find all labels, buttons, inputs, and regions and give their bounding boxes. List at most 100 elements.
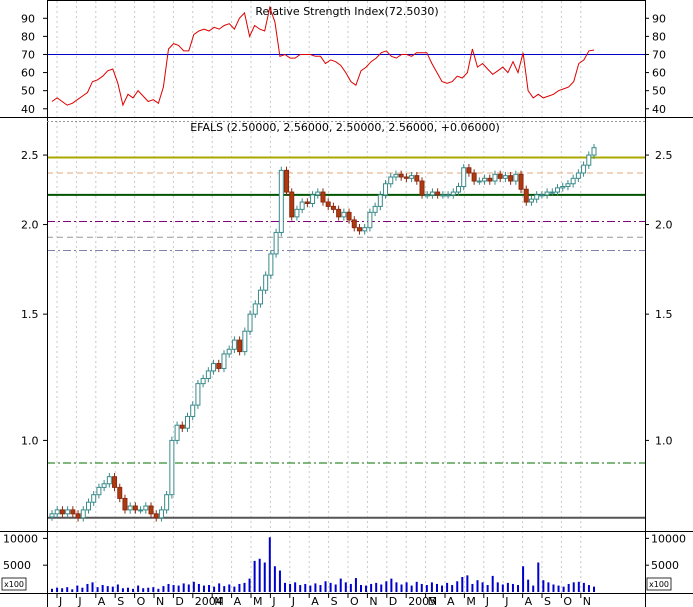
candle-body xyxy=(351,219,357,229)
candle-body xyxy=(106,476,112,485)
rsi-tick-label-right: 50 xyxy=(652,85,666,98)
volume-bar xyxy=(410,585,413,592)
candle-body xyxy=(476,180,482,183)
volume-bar xyxy=(142,588,145,592)
candle-body xyxy=(164,494,170,511)
candle-body xyxy=(101,483,107,488)
candle-body xyxy=(518,173,524,190)
candle-body xyxy=(581,164,587,174)
rsi-tick-label-left: 70 xyxy=(21,48,35,61)
volume-bar xyxy=(167,583,170,592)
x-tick-label: S xyxy=(331,595,338,607)
volume-bar xyxy=(481,582,484,592)
candle-body xyxy=(179,424,185,429)
volume-tick-label-left: 10000 xyxy=(3,532,38,545)
volume-bar xyxy=(476,580,479,592)
candle-body xyxy=(513,173,519,182)
x-tick-label: J xyxy=(485,595,489,607)
rsi-panel: Relative Strength Index(72.5030) 40 40 50 5… xyxy=(21,5,666,116)
volume-bar xyxy=(152,587,155,592)
candle-body xyxy=(85,501,91,511)
volume-bar xyxy=(562,586,565,592)
candle-body xyxy=(96,486,102,496)
candle-body xyxy=(320,191,326,203)
volume-bar xyxy=(365,585,368,592)
volume-panel: 10000 10000 5000 5000 x100 x100 xyxy=(1,532,686,592)
price-tick-label-right: 2.5 xyxy=(655,149,673,162)
price-tick-label-right: 1.0 xyxy=(655,434,673,447)
volume-bar xyxy=(284,582,287,592)
volume-bar xyxy=(339,578,342,592)
candle-body xyxy=(424,194,430,197)
candle-body xyxy=(403,176,409,179)
candle-body xyxy=(122,497,128,511)
rsi-tick-label-left: 90 xyxy=(21,12,35,25)
candle-body xyxy=(80,509,86,519)
candle-body xyxy=(289,191,295,218)
volume-bar xyxy=(471,583,474,592)
volume-tick-label-left: 5000 xyxy=(3,559,31,572)
candle-body xyxy=(393,173,399,178)
x-tick-label: O xyxy=(563,595,572,607)
candle-body xyxy=(523,188,529,203)
price-y-ticks: 1.0 1.0 1.5 1.5 2.0 2.0 2.5 2.5 xyxy=(21,149,673,447)
volume-bar xyxy=(208,585,211,592)
x-tick-label: A xyxy=(234,595,242,607)
rsi-tick-label-right: 70 xyxy=(652,48,666,61)
volume-bar xyxy=(126,587,129,592)
volume-bar xyxy=(289,583,292,592)
volume-bar xyxy=(435,583,438,592)
candle-body xyxy=(315,191,321,196)
candle-body xyxy=(75,513,81,519)
volume-bar xyxy=(461,576,464,592)
candle-body xyxy=(158,509,164,519)
volume-bar xyxy=(157,588,160,592)
candle-body xyxy=(325,201,331,207)
volume-bar xyxy=(506,582,509,592)
candle-body xyxy=(169,439,175,496)
volume-bar xyxy=(263,562,266,592)
x-tick-label: N xyxy=(369,595,377,607)
candle-body xyxy=(216,363,222,369)
volume-bar xyxy=(228,584,231,592)
candle-body xyxy=(565,183,571,187)
candle-body xyxy=(284,169,290,193)
x-tick-label: J xyxy=(291,595,295,607)
candle-body xyxy=(273,231,279,255)
price-tick-label-left: 2.5 xyxy=(21,149,39,162)
candle-body xyxy=(310,194,316,204)
volume-bar xyxy=(91,582,94,592)
volume-bar xyxy=(572,582,575,592)
volume-tick-label-right: 10000 xyxy=(651,532,686,545)
candle-body xyxy=(555,187,561,193)
volume-bar xyxy=(273,566,276,592)
volume-bar xyxy=(197,583,200,592)
candle-body xyxy=(231,339,237,350)
volume-bar xyxy=(415,581,418,592)
volume-bar xyxy=(218,583,221,592)
volume-bar xyxy=(582,582,585,592)
candle-body xyxy=(409,175,415,179)
x-axis-labels: J J A S O N D 2004M A M J J A S O N D 2005M A M J J A S O N xyxy=(56,593,591,607)
candle-body xyxy=(304,201,310,204)
volume-bar xyxy=(430,582,433,592)
candle-body xyxy=(482,177,488,182)
candle-body xyxy=(247,313,253,332)
volume-bar xyxy=(446,582,449,592)
candle-body xyxy=(398,173,404,178)
candle-body xyxy=(356,227,362,232)
volume-bar xyxy=(593,586,595,592)
volume-bar xyxy=(354,578,357,592)
candle-body xyxy=(91,494,97,503)
candle-body xyxy=(346,211,352,221)
volume-bar xyxy=(532,585,535,592)
volume-bar xyxy=(522,566,525,592)
x-tick-label: A xyxy=(98,595,106,607)
volume-bar xyxy=(202,585,205,592)
candle-body xyxy=(492,173,498,182)
candle-body xyxy=(591,147,597,156)
volume-bar xyxy=(496,582,499,592)
volume-bar xyxy=(101,585,104,592)
volume-bar xyxy=(96,587,99,592)
volume-bar xyxy=(324,581,327,592)
